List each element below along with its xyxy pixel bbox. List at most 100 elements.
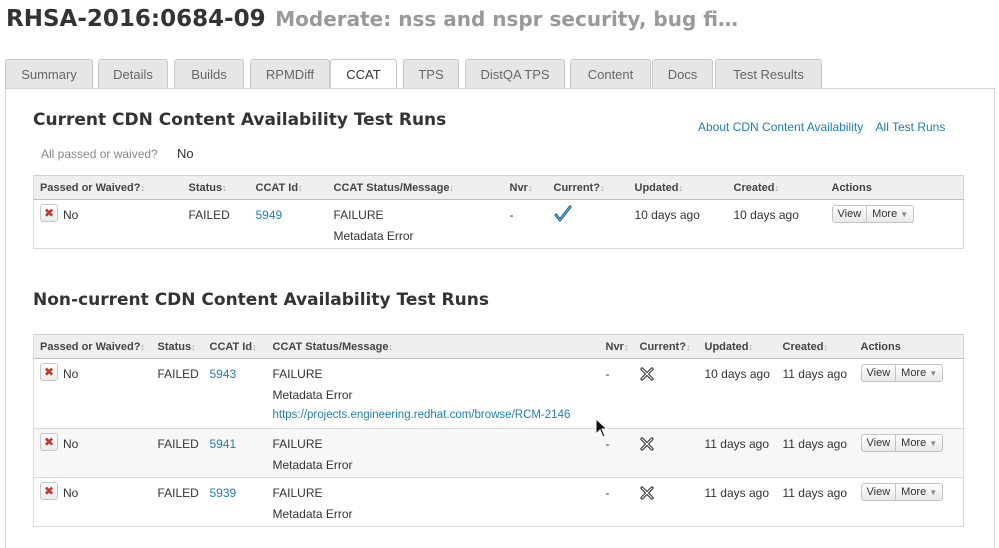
col-actions: Actions <box>854 334 964 359</box>
tab-tps[interactable]: TPS <box>403 59 459 88</box>
cross-icon <box>639 437 654 451</box>
advisory-synopsis: Moderate: nss and nspr security, bug fi… <box>275 7 739 31</box>
col-created[interactable]: Created↕ <box>776 334 855 359</box>
message-cell: FAILURE Metadata Error https://projects.… <box>266 358 600 429</box>
view-button[interactable]: View <box>860 483 897 501</box>
mouse-pointer-icon <box>595 418 609 438</box>
status-cell: FAILED <box>151 477 204 527</box>
tab-builds[interactable]: Builds <box>174 59 244 88</box>
actions-cell: View More ▼ <box>854 358 964 429</box>
col-message[interactable]: CCAT Status/Message↕ <box>266 334 600 359</box>
ccat-id-cell: 5943 <box>203 358 267 429</box>
all-passed-value: No <box>177 146 194 161</box>
ccat-id-cell: 5949 <box>249 199 328 249</box>
ccat-id-link[interactable]: 5941 <box>210 437 237 451</box>
col-passed[interactable]: Passed or Waived?↕ <box>33 334 152 359</box>
view-button[interactable]: View <box>860 434 897 452</box>
all-test-runs-link[interactable]: All Test Runs <box>876 120 946 134</box>
updated-cell: 11 days ago <box>698 477 777 527</box>
current-cell <box>633 358 699 429</box>
col-current[interactable]: Current?↕ <box>547 175 629 200</box>
noncurrent-runs-title: Non-current CDN Content Availability Tes… <box>33 290 489 310</box>
passed-cell: ✖ No <box>33 428 152 478</box>
message-cell: FAILURE Metadata Error <box>266 428 600 478</box>
caret-down-icon: ▼ <box>929 488 938 497</box>
caret-down-icon: ▼ <box>900 210 909 219</box>
ccat-id-link[interactable]: 5949 <box>256 208 283 222</box>
nvr-cell: - <box>599 477 634 527</box>
ccat-id-cell: 5941 <box>203 428 267 478</box>
fail-x-icon[interactable]: ✖ <box>40 204 58 222</box>
actions-cell: View More ▼ <box>854 428 964 478</box>
col-message[interactable]: CCAT Status/Message↕ <box>327 175 504 200</box>
table-row: ✖ No FAILED 5943 FAILURE Metadata Error h… <box>33 358 964 429</box>
updated-cell: 10 days ago <box>628 199 728 249</box>
current-runs-title: Current CDN Content Availability Test Ru… <box>33 110 447 130</box>
row-actions: View More ▼ <box>831 205 915 223</box>
tab-distqa-tps[interactable]: DistQA TPS <box>465 59 565 88</box>
caret-down-icon: ▼ <box>929 439 938 448</box>
noncurrent-runs-table: Passed or Waived?↕ Status↕ CCAT Id↕ CCAT… <box>33 334 964 527</box>
col-ccat-id[interactable]: CCAT Id↕ <box>249 175 328 200</box>
col-nvr[interactable]: Nvr↕ <box>599 334 634 359</box>
fail-x-icon[interactable]: ✖ <box>40 433 58 451</box>
table-row: ✖ No FAILED 5941 FAILURE Metadata Error -… <box>33 428 964 478</box>
table-row: ✖ No FAILED 5939 FAILURE Metadata Error -… <box>33 477 964 527</box>
check-icon <box>554 205 571 222</box>
row-actions: View More ▼ <box>860 364 944 382</box>
cross-icon <box>639 486 654 500</box>
more-dropdown[interactable]: More ▼ <box>867 205 915 223</box>
about-links: About CDN Content Availability All Test … <box>698 120 945 134</box>
fail-x-icon[interactable]: ✖ <box>40 363 58 381</box>
status-cell: FAILED <box>151 428 204 478</box>
tab-rpmdiff[interactable]: RPMDiff <box>250 59 330 88</box>
more-dropdown[interactable]: More ▼ <box>896 364 944 382</box>
passed-cell: ✖ No <box>33 477 152 527</box>
status-cell: FAILED <box>182 199 250 249</box>
about-ccat-link[interactable]: About CDN Content Availability <box>698 120 863 134</box>
more-dropdown[interactable]: More ▼ <box>896 434 944 452</box>
tab-test-results[interactable]: Test Results <box>715 59 822 88</box>
col-updated[interactable]: Updated↕ <box>698 334 777 359</box>
advisory-id: RHSA-2016:0684-09 <box>6 6 266 32</box>
created-cell: 11 days ago <box>776 477 855 527</box>
ccat-id-link[interactable]: 5943 <box>210 367 237 381</box>
updated-cell: 11 days ago <box>698 428 777 478</box>
nvr-cell: - <box>503 199 548 249</box>
row-actions: View More ▼ <box>860 483 944 501</box>
all-passed-label: All passed or waived? <box>41 147 158 161</box>
message-cell: FAILURE Metadata Error <box>266 477 600 527</box>
status-cell: FAILED <box>151 358 204 429</box>
col-status[interactable]: Status↕ <box>151 334 204 359</box>
view-button[interactable]: View <box>860 364 897 382</box>
tab-docs[interactable]: Docs <box>652 59 713 88</box>
tab-bar: Summary Details Builds RPMDiff CCAT TPS … <box>5 59 995 90</box>
created-cell: 11 days ago <box>776 428 855 478</box>
current-cell <box>547 199 629 249</box>
col-passed[interactable]: Passed or Waived?↕ <box>33 175 183 200</box>
fail-x-icon[interactable]: ✖ <box>40 482 58 500</box>
caret-down-icon: ▼ <box>929 369 938 378</box>
jira-link[interactable]: https://projects.engineering.redhat.com/… <box>273 409 600 421</box>
page-title: RHSA-2016:0684-09 Moderate: nss and nspr… <box>6 6 738 32</box>
ccat-id-link[interactable]: 5939 <box>210 486 237 500</box>
table-header-row: Passed or Waived?↕ Status↕ CCAT Id↕ CCAT… <box>33 175 964 200</box>
tab-summary[interactable]: Summary <box>5 59 93 88</box>
tab-ccat[interactable]: CCAT <box>330 59 397 90</box>
view-button[interactable]: View <box>831 205 868 223</box>
current-cell <box>633 477 699 527</box>
col-current[interactable]: Current?↕ <box>633 334 699 359</box>
tab-content[interactable]: Content <box>570 59 651 88</box>
created-cell: 11 days ago <box>776 358 855 429</box>
col-created[interactable]: Created↕ <box>727 175 826 200</box>
col-status[interactable]: Status↕ <box>182 175 250 200</box>
col-nvr[interactable]: Nvr↕ <box>503 175 548 200</box>
more-dropdown[interactable]: More ▼ <box>896 483 944 501</box>
current-runs-table: Passed or Waived?↕ Status↕ CCAT Id↕ CCAT… <box>33 175 964 249</box>
tab-details[interactable]: Details <box>98 59 168 88</box>
col-ccat-id[interactable]: CCAT Id↕ <box>203 334 267 359</box>
table-row: ✖ No FAILED 5949 FAILURE Metadata Error -… <box>33 199 964 249</box>
col-updated[interactable]: Updated↕ <box>628 175 728 200</box>
ccat-id-cell: 5939 <box>203 477 267 527</box>
updated-cell: 10 days ago <box>698 358 777 429</box>
